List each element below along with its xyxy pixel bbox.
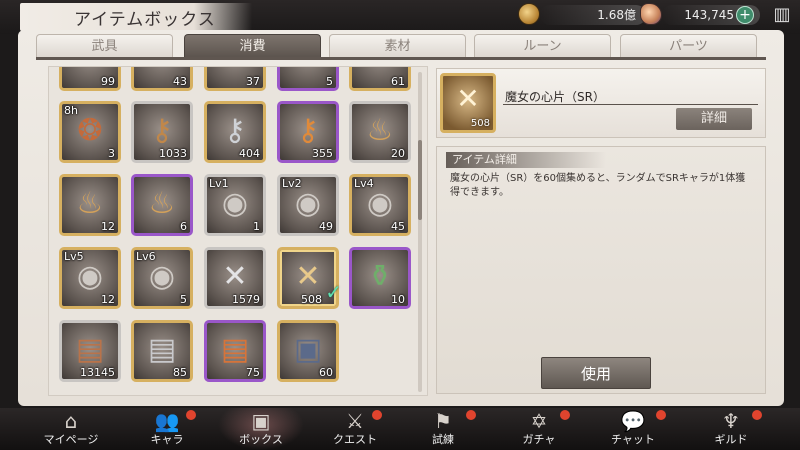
- home-icon: ⌂: [64, 409, 78, 433]
- key-icon: ⚷: [151, 113, 173, 148]
- chest-icon: ▤: [147, 332, 177, 367]
- item-slot[interactable]: 99: [59, 67, 121, 91]
- nav-box[interactable]: ▣ ボックス: [218, 408, 304, 450]
- item-slot[interactable]: Lv4 ◉ 45: [349, 174, 411, 236]
- seal-icon: ◉: [366, 186, 394, 221]
- selected-check-icon: ✓: [325, 280, 342, 304]
- tab-weapons[interactable]: 武具: [36, 34, 173, 58]
- nav-my-page[interactable]: ⌂ マイページ: [28, 408, 114, 450]
- key-icon: ⚷: [297, 113, 319, 148]
- divider: [503, 104, 758, 105]
- chest-icon: ▣: [293, 332, 323, 367]
- notification-badge: [656, 410, 666, 420]
- item-slot[interactable]: ▤ 85: [131, 320, 193, 382]
- details-button[interactable]: 詳細: [676, 108, 752, 130]
- item-slot[interactable]: ✕ 1579: [204, 247, 266, 309]
- tab-underline: [36, 57, 766, 60]
- notification-badge: [466, 410, 476, 420]
- item-slot-selected[interactable]: ✕ 508 ✓: [277, 247, 342, 309]
- item-slot[interactable]: Lv2 ◉ 49: [277, 174, 339, 236]
- shard-icon: ✕: [222, 259, 248, 294]
- item-grid[interactable]: 99 43 37 5 61 8h ❂ 3 ⚷ 1033 ⚷ 404 ⚷ 355 …: [48, 66, 428, 396]
- nav-characters[interactable]: 👥 キャラ: [124, 408, 210, 450]
- tab-runes[interactable]: ルーン: [474, 34, 611, 58]
- tab-materials[interactable]: 素材: [329, 34, 466, 58]
- selected-item-icon: ✕ 508: [440, 73, 496, 133]
- menu-button[interactable]: ▥: [770, 4, 794, 26]
- item-slot[interactable]: 5: [277, 67, 339, 91]
- item-slot[interactable]: 61: [349, 67, 411, 91]
- nav-quest[interactable]: ⚔ クエスト: [312, 408, 398, 450]
- item-slot[interactable]: Lv6 ◉ 5: [131, 247, 193, 309]
- page-title: アイテムボックス: [74, 10, 216, 30]
- use-button[interactable]: 使用: [541, 357, 651, 389]
- seal-icon: ◉: [294, 186, 322, 221]
- potion-pot-icon: ⚱: [367, 259, 393, 294]
- item-slot[interactable]: ⚷ 355: [277, 101, 339, 163]
- item-description: 魔女の心片（SR）を60個集めると、ランダムでSRキャラが1体獲得できます。: [450, 173, 746, 198]
- gold-amount: 1.68億: [540, 5, 646, 25]
- notification-badge: [372, 410, 382, 420]
- item-slot[interactable]: ⚱ 10: [349, 247, 411, 309]
- seal-icon: ◉: [221, 186, 249, 221]
- grid-scrollbar[interactable]: [418, 72, 422, 392]
- item-slot[interactable]: ▤ 13145: [59, 320, 121, 382]
- item-slot[interactable]: ⚷ 1033: [131, 101, 193, 163]
- item-slot[interactable]: ▣ 60: [277, 320, 339, 382]
- gem-bag-icon: ♨: [76, 186, 104, 221]
- key-icon: ⚷: [224, 113, 246, 148]
- swords-icon: ⚔: [346, 409, 364, 433]
- box-icon: ▣: [251, 409, 271, 433]
- item-slot[interactable]: ♨ 20: [349, 101, 411, 163]
- seal-icon: ◉: [148, 259, 176, 294]
- shard-icon: ✕: [456, 82, 480, 115]
- item-slot[interactable]: 37: [204, 67, 266, 91]
- item-slot[interactable]: ⚷ 404: [204, 101, 266, 163]
- gem-currency-icon: [640, 3, 662, 25]
- item-name: 魔女の心片（SR）: [505, 90, 605, 104]
- characters-icon: 👥: [154, 409, 180, 433]
- chest-icon: ▤: [220, 332, 250, 367]
- gem-bag-icon: ♨: [148, 186, 176, 221]
- notification-badge: [560, 410, 570, 420]
- item-slot[interactable]: 8h ❂ 3: [59, 101, 121, 163]
- grid-scroll-thumb[interactable]: [418, 140, 422, 220]
- section-header: アイテム詳細: [446, 152, 606, 168]
- notification-badge: [186, 410, 196, 420]
- item-slot[interactable]: ▤ 75: [204, 320, 266, 382]
- add-gems-button[interactable]: +: [736, 6, 754, 24]
- gold-coin-icon: [518, 3, 540, 25]
- item-slot[interactable]: Lv5 ◉ 12: [59, 247, 121, 309]
- item-slot[interactable]: Lv1 ◉ 1: [204, 174, 266, 236]
- notification-badge: [752, 410, 762, 420]
- item-slot[interactable]: ♨ 12: [59, 174, 121, 236]
- item-slot[interactable]: 43: [131, 67, 193, 91]
- tab-parts[interactable]: パーツ: [620, 34, 757, 58]
- orb-bundle-icon: ❂: [77, 113, 103, 148]
- item-slot[interactable]: ♨ 6: [131, 174, 193, 236]
- gem-bag-icon: ♨: [366, 113, 394, 148]
- tab-consumables[interactable]: 消費: [184, 34, 321, 58]
- chest-icon: ▤: [75, 332, 105, 367]
- seal-icon: ◉: [76, 259, 104, 294]
